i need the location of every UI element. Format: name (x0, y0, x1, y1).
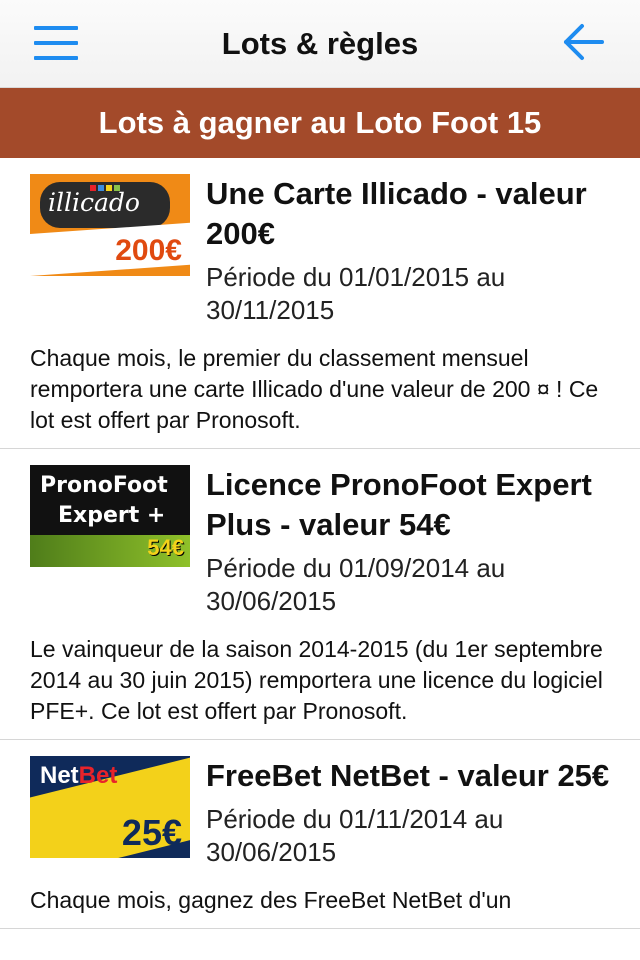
navigation-bar: Lots & règles (0, 0, 640, 88)
illicado-card-image: illicado 200€ (30, 174, 190, 276)
prize-title: FreeBet NetBet - valeur 25€ (206, 758, 610, 793)
netbet-card-image: NetBet 25€ (30, 756, 190, 858)
prize-description: Chaque mois, le premier du classement me… (30, 345, 599, 433)
prize-title: Une Carte Illicado - valeur 200€ (206, 176, 587, 251)
prize-item-pronofoot[interactable]: PronoFoot Expert + 54€ Licence PronoFoot… (0, 449, 640, 740)
prize-period: Période du 01/11/2014 au 30/06/2015 (206, 804, 504, 867)
prize-period: Période du 01/01/2015 au 30/11/2015 (206, 262, 506, 325)
menu-icon[interactable] (34, 26, 78, 60)
page-title: Lots & règles (221, 26, 419, 61)
prize-item-netbet[interactable]: NetBet 25€ FreeBet NetBet - valeur 25€ P… (0, 740, 640, 929)
prize-list[interactable]: illicado 200€ Une Carte Illicado - valeu… (0, 158, 640, 960)
back-arrow-icon[interactable] (560, 22, 606, 62)
prize-description: Chaque mois, gagnez des FreeBet NetBet d… (30, 887, 512, 913)
prize-title: Licence PronoFoot Expert Plus - valeur 5… (206, 467, 592, 542)
prize-item-illicado[interactable]: illicado 200€ Une Carte Illicado - valeu… (0, 158, 640, 449)
prize-description: Le vainqueur de la saison 2014-2015 (du … (30, 636, 603, 724)
section-header: Lots à gagner au Loto Foot 15 (0, 88, 640, 158)
pronofoot-card-image: PronoFoot Expert + 54€ (30, 465, 190, 567)
prize-period: Période du 01/09/2014 au 30/06/2015 (206, 553, 506, 616)
